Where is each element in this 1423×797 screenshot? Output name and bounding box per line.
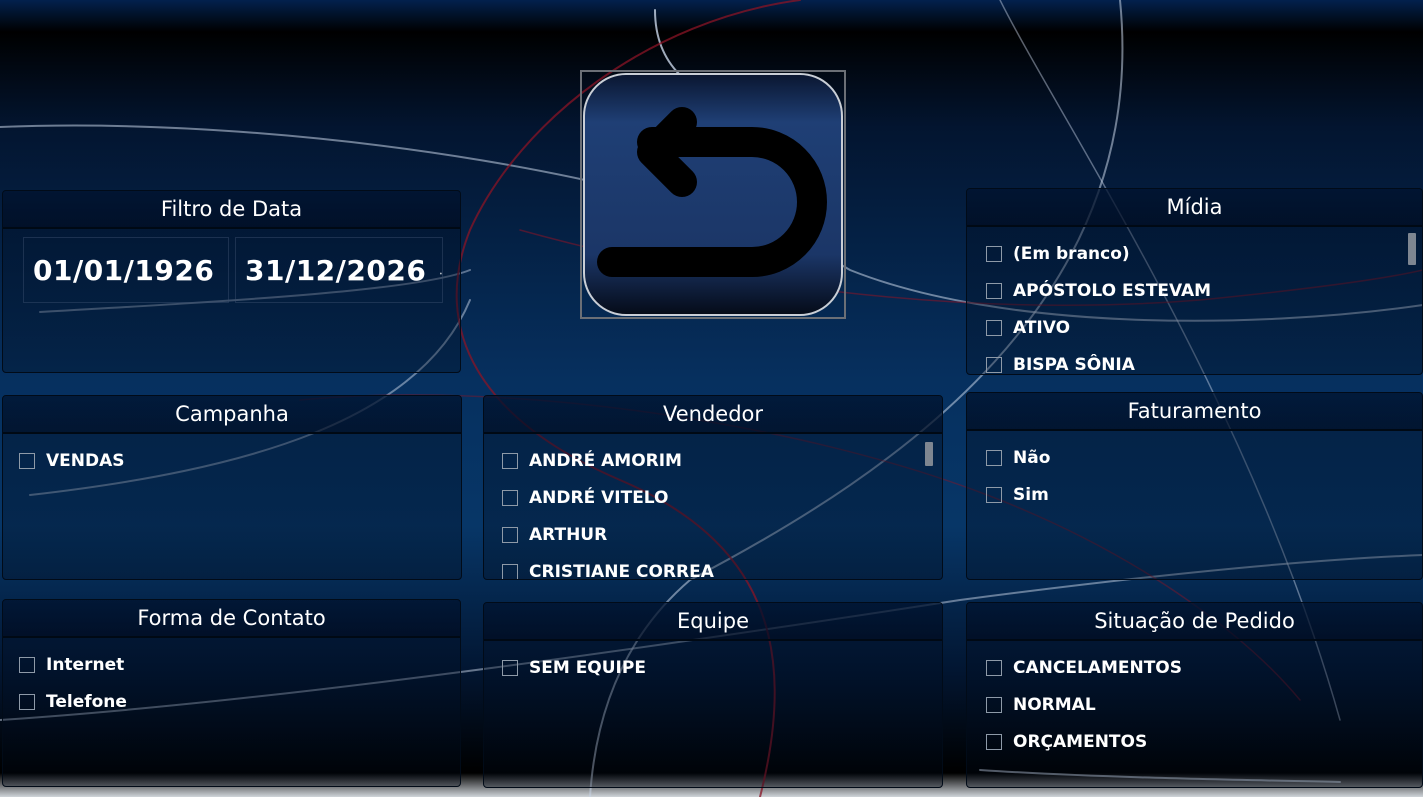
- item-label: Não: [1013, 447, 1051, 468]
- checkbox[interactable]: [986, 696, 1002, 713]
- equipe-panel: Equipe SEM EQUIPE: [483, 602, 943, 788]
- checkbox[interactable]: [986, 486, 1002, 503]
- checkbox[interactable]: [502, 563, 518, 579]
- item-label: Sim: [1013, 484, 1049, 505]
- list-item[interactable]: APÓSTOLO ESTEVAM: [986, 272, 1422, 309]
- list-item[interactable]: (Em branco): [986, 235, 1422, 272]
- item-label: ANDRÉ AMORIM: [529, 450, 682, 471]
- item-label: BISPA SÔNIA: [1013, 354, 1135, 375]
- list-item[interactable]: CRISTIANE CORREA: [502, 553, 942, 580]
- item-label: CANCELAMENTOS: [1013, 657, 1182, 678]
- list-item[interactable]: ORÇAMENTOS: [986, 723, 1422, 760]
- faturamento-title: Faturamento: [967, 393, 1422, 431]
- end-date-input[interactable]: 31/12/2026: [235, 237, 443, 303]
- situacao-pedido-panel: Situação de Pedido CANCELAMENTOS NORMAL …: [966, 602, 1423, 788]
- checkbox[interactable]: [986, 282, 1002, 299]
- forma-contato-panel: Forma de Contato Internet Telefone: [2, 599, 461, 787]
- date-filter-title: Filtro de Data: [3, 191, 460, 229]
- checkbox[interactable]: [986, 356, 1002, 373]
- date-filter-panel: Filtro de Data 01/01/1926 31/12/2026: [2, 190, 461, 373]
- start-date-input[interactable]: 01/01/1926: [23, 237, 229, 303]
- list-item[interactable]: Telefone: [19, 683, 460, 720]
- item-label: ANDRÉ VITELO: [529, 487, 669, 508]
- end-date-value: 31/12/2026: [245, 253, 427, 287]
- list-item[interactable]: VENDAS: [19, 442, 461, 479]
- start-date-value: 01/01/1926: [33, 253, 215, 287]
- checkbox[interactable]: [19, 452, 35, 469]
- list-item[interactable]: Sim: [986, 476, 1422, 513]
- vendedor-list: ANDRÉ AMORIM ANDRÉ VITELO ARTHUR CRISTIA…: [484, 434, 942, 580]
- list-item[interactable]: BISPA SÔNIA: [986, 346, 1422, 375]
- item-label: APÓSTOLO ESTEVAM: [1013, 280, 1212, 301]
- situacao-pedido-title: Situação de Pedido: [967, 603, 1422, 641]
- equipe-title: Equipe: [484, 603, 942, 641]
- equipe-list: SEM EQUIPE: [484, 641, 942, 686]
- checkbox[interactable]: [986, 449, 1002, 466]
- list-item[interactable]: NORMAL: [986, 686, 1422, 723]
- checkbox[interactable]: [986, 319, 1002, 336]
- item-label: VENDAS: [46, 450, 125, 471]
- campanha-list: VENDAS: [3, 434, 461, 479]
- list-item[interactable]: SEM EQUIPE: [502, 649, 942, 686]
- checkbox[interactable]: [986, 245, 1002, 262]
- forma-contato-list: Internet Telefone: [3, 638, 460, 720]
- list-item[interactable]: ARTHUR: [502, 516, 942, 553]
- list-item[interactable]: Não: [986, 439, 1422, 476]
- campanha-title: Campanha: [3, 396, 461, 434]
- checkbox[interactable]: [502, 659, 518, 676]
- checkbox[interactable]: [19, 693, 35, 710]
- scrollbar[interactable]: [925, 442, 933, 466]
- item-label: NORMAL: [1013, 694, 1096, 715]
- campanha-panel: Campanha VENDAS: [2, 395, 462, 580]
- checkbox[interactable]: [502, 489, 518, 506]
- vendedor-title: Vendedor: [484, 396, 942, 434]
- item-label: Internet: [46, 654, 125, 675]
- vendedor-panel: Vendedor ANDRÉ AMORIM ANDRÉ VITELO ARTHU…: [483, 395, 943, 580]
- item-label: (Em branco): [1013, 243, 1130, 264]
- checkbox[interactable]: [986, 659, 1002, 676]
- midia-panel: Mídia (Em branco) APÓSTOLO ESTEVAM ATIVO…: [966, 188, 1423, 375]
- scrollbar[interactable]: [1408, 233, 1416, 265]
- midia-title: Mídia: [967, 189, 1422, 227]
- list-item[interactable]: Internet: [19, 646, 460, 683]
- item-label: SEM EQUIPE: [529, 657, 646, 678]
- list-item[interactable]: ATIVO: [986, 309, 1422, 346]
- undo-arrow-icon: [583, 73, 843, 316]
- forma-contato-title: Forma de Contato: [3, 600, 460, 638]
- item-label: ATIVO: [1013, 317, 1071, 338]
- situacao-pedido-list: CANCELAMENTOS NORMAL ORÇAMENTOS: [967, 641, 1422, 760]
- item-label: CRISTIANE CORREA: [529, 561, 714, 580]
- faturamento-panel: Faturamento Não Sim: [966, 392, 1423, 580]
- back-button[interactable]: [580, 70, 846, 319]
- item-label: ARTHUR: [529, 524, 608, 545]
- calendar-icon[interactable]: [440, 268, 442, 279]
- checkbox[interactable]: [19, 656, 35, 673]
- checkbox[interactable]: [502, 526, 518, 543]
- list-item[interactable]: ANDRÉ AMORIM: [502, 442, 942, 479]
- list-item[interactable]: CANCELAMENTOS: [986, 649, 1422, 686]
- checkbox[interactable]: [502, 452, 518, 469]
- item-label: ORÇAMENTOS: [1013, 731, 1148, 752]
- list-item[interactable]: ANDRÉ VITELO: [502, 479, 942, 516]
- midia-list: (Em branco) APÓSTOLO ESTEVAM ATIVO BISPA…: [967, 227, 1422, 375]
- checkbox[interactable]: [986, 733, 1002, 750]
- item-label: Telefone: [46, 691, 127, 712]
- faturamento-list: Não Sim: [967, 431, 1422, 513]
